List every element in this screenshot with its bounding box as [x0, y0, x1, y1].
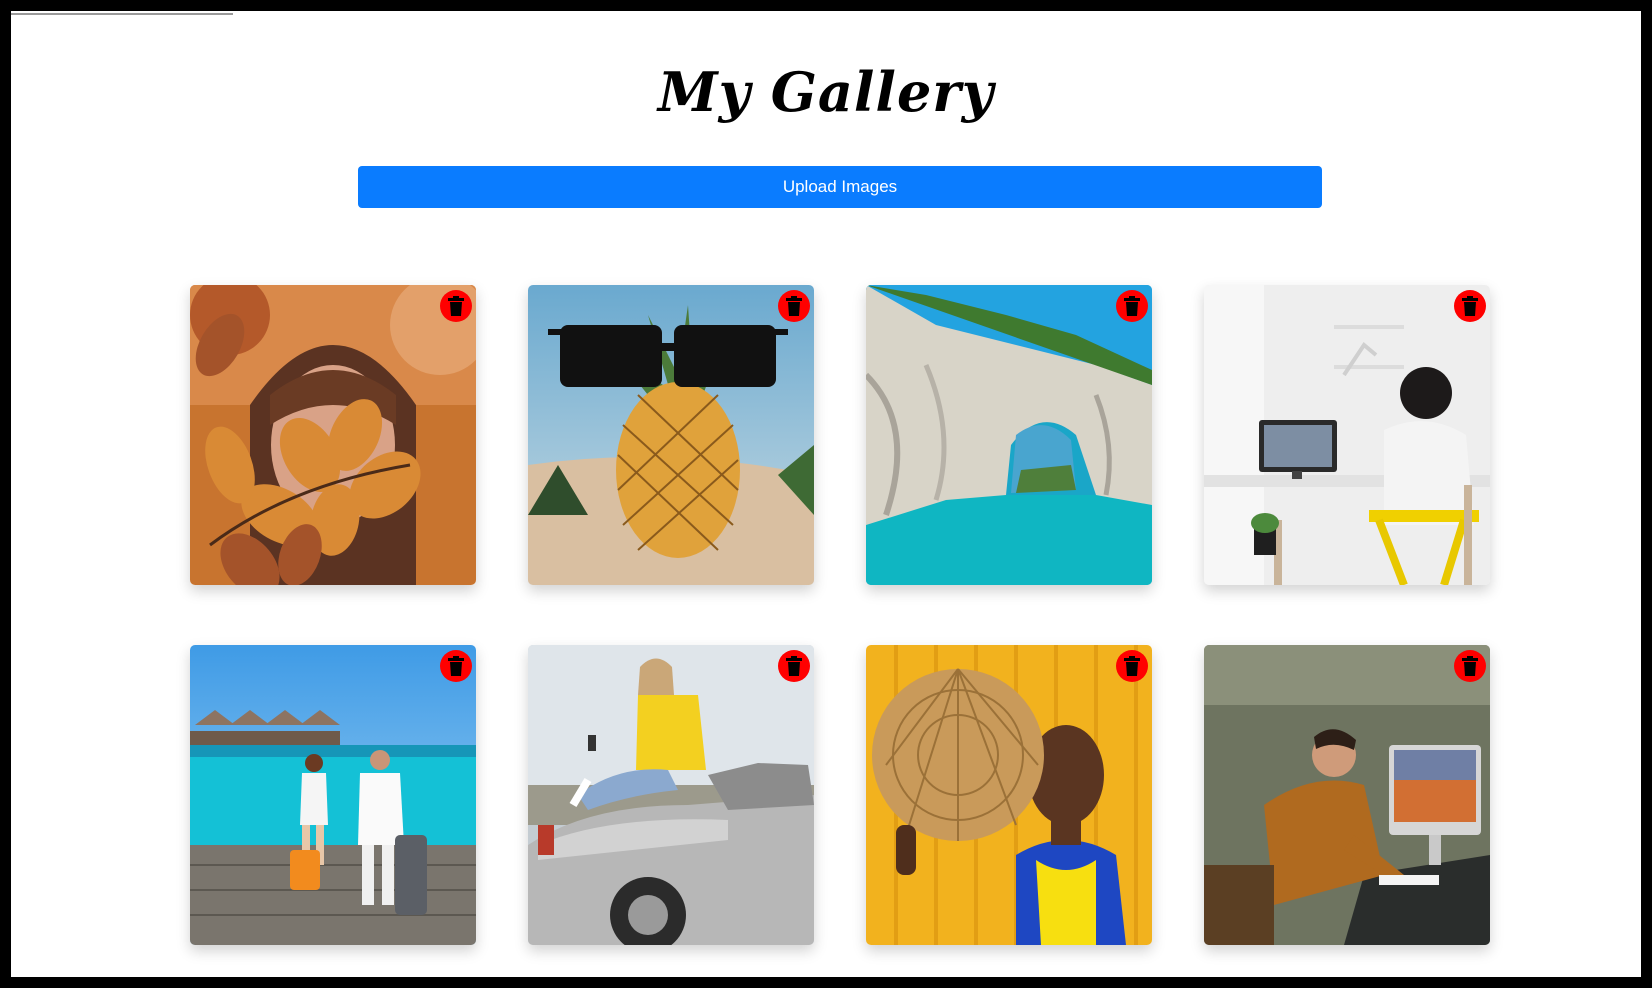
image-grid — [190, 285, 1490, 945]
upload-images-button[interactable]: Upload Images — [358, 166, 1322, 208]
photo-person-at-computer-desk — [1204, 285, 1490, 585]
gallery-card-couple-on-pier[interactable] — [190, 645, 476, 945]
delete-button[interactable] — [440, 290, 472, 322]
gallery-card-woman-autumn-leaves[interactable] — [190, 285, 476, 585]
photo-man-writing-at-imac — [1204, 645, 1490, 945]
delete-button[interactable] — [1116, 650, 1148, 682]
trash-icon — [1124, 296, 1140, 316]
trash-icon — [1462, 296, 1478, 316]
photo-woman-on-convertible — [528, 645, 814, 945]
top-divider — [11, 13, 233, 15]
photo-sea-arch-cliff — [866, 285, 1152, 585]
delete-button[interactable] — [440, 650, 472, 682]
delete-button[interactable] — [1116, 290, 1148, 322]
delete-button[interactable] — [778, 290, 810, 322]
photo-pineapple-sunglasses — [528, 285, 814, 585]
gallery-card-pineapple-sunglasses[interactable] — [528, 285, 814, 585]
gallery-window: My Gallery Upload Images — [0, 0, 1652, 988]
gallery-card-woman-with-straw-hat[interactable] — [866, 645, 1152, 945]
delete-button[interactable] — [778, 650, 810, 682]
photo-woman-with-straw-hat — [866, 645, 1152, 945]
trash-icon — [1462, 656, 1478, 676]
page-title: My Gallery — [657, 60, 995, 124]
trash-icon — [786, 656, 802, 676]
delete-button[interactable] — [1454, 650, 1486, 682]
photo-couple-on-pier — [190, 645, 476, 945]
trash-icon — [448, 296, 464, 316]
trash-icon — [1124, 656, 1140, 676]
gallery-card-person-at-computer-desk[interactable] — [1204, 285, 1490, 585]
photo-woman-autumn-leaves — [190, 285, 476, 585]
trash-icon — [448, 656, 464, 676]
delete-button[interactable] — [1454, 290, 1486, 322]
trash-icon — [786, 296, 802, 316]
gallery-card-sea-arch-cliff[interactable] — [866, 285, 1152, 585]
gallery-card-woman-on-convertible[interactable] — [528, 645, 814, 945]
gallery-card-man-writing-at-imac[interactable] — [1204, 645, 1490, 945]
